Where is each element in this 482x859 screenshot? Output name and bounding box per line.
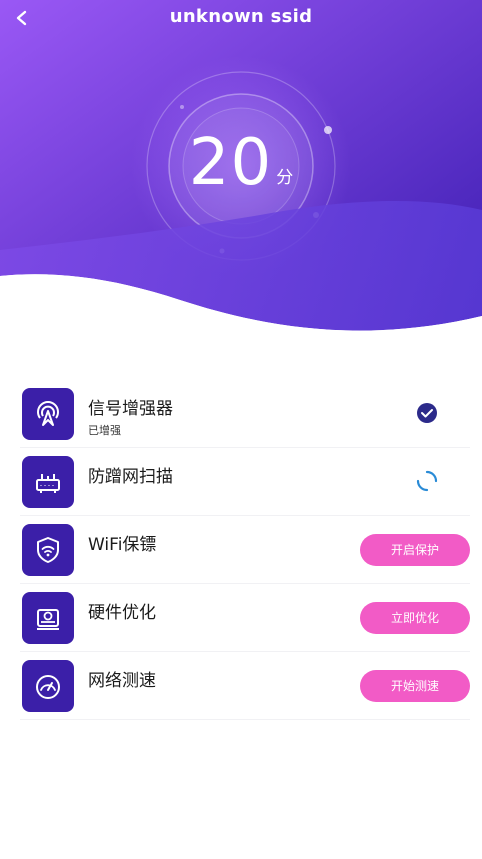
start-speed-test-button[interactable]: 开始测速 — [360, 670, 470, 702]
list-item-hardware-optimize[interactable]: 硬件优化 立即优化 — [20, 584, 470, 652]
optimize-now-button[interactable]: 立即优化 — [360, 602, 470, 634]
spinner-icon — [416, 470, 438, 492]
check-circle-icon — [417, 403, 437, 423]
item-title: 信号增强器 — [88, 399, 173, 419]
item-title: WiFi保镖 — [88, 535, 157, 555]
speedometer-icon — [22, 660, 74, 712]
list-item-signal-booster[interactable]: 信号增强器 已增强 — [20, 380, 470, 448]
score-display: 20 分 — [0, 128, 482, 198]
score-unit: 分 — [276, 168, 294, 188]
item-subtitle: 已增强 — [88, 424, 121, 437]
item-title: 防蹭网扫描 — [88, 467, 173, 487]
list-item-speed-test[interactable]: 网络测速 开始测速 — [20, 652, 470, 720]
score-header: unknown ssid 20 分 — [0, 0, 482, 340]
router-icon — [22, 456, 74, 508]
list-item-wifi-guard[interactable]: WiFi保镖 开启保护 — [20, 516, 470, 584]
hardware-disk-icon — [22, 592, 74, 644]
signal-tower-icon — [22, 388, 74, 440]
item-title: 网络测速 — [88, 671, 156, 691]
list-item-anti-leech-scan[interactable]: 防蹭网扫描 — [20, 448, 470, 516]
page-title: unknown ssid — [169, 6, 313, 27]
shield-wifi-icon — [22, 524, 74, 576]
feature-list: 信号增强器 已增强 防蹭网扫描 WiFi保镖 开启保护 硬件优化 立即优化 网络… — [20, 380, 470, 720]
item-title: 硬件优化 — [88, 603, 156, 623]
enable-protection-button[interactable]: 开启保护 — [360, 534, 470, 566]
score-value: 20 — [188, 126, 273, 200]
